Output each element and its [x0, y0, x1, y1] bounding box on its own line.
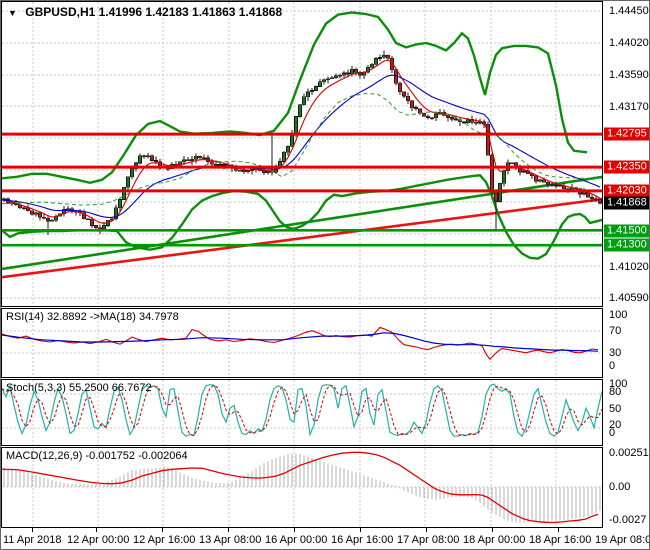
- time-axis-tick: [360, 528, 361, 532]
- main-chart-canvas[interactable]: [2, 2, 602, 306]
- time-axis-tick: [32, 528, 33, 532]
- time-axis-label: 16 Apr 16:00: [331, 534, 394, 546]
- main-chart-panel: ▼ GBPUSD,H1 1.41996 1.42183 1.41863 1.41…: [1, 1, 603, 307]
- time-axis-tick: [228, 528, 229, 532]
- chart-title: ▼ GBPUSD,H1 1.41996 1.42183 1.41863 1.41…: [8, 5, 282, 19]
- level-price-badge: 1.42350: [604, 160, 649, 174]
- time-axis-label: 18 Apr 16:00: [529, 534, 592, 546]
- rsi-axis-tick: 100: [609, 309, 628, 321]
- price-axis-tick: 1.40590: [609, 292, 649, 304]
- time-axis: 11 Apr 2018 12 Apr 00:00 12 Apr 16:00 13 Ap…: [1, 528, 649, 549]
- time-axis-tick: [558, 528, 559, 532]
- chart-window: ▼ GBPUSD,H1 1.41996 1.42183 1.41863 1.41…: [0, 0, 650, 550]
- time-axis-label: 12 Apr 16:00: [133, 534, 196, 546]
- price-axis-tick: 1.41020: [609, 261, 649, 273]
- time-axis-label: 13 Apr 08:00: [199, 534, 262, 546]
- rsi-label: RSI(14) 32.8892 ->MA(18) 34.7978: [6, 311, 179, 323]
- rsi-panel: RSI(14) 32.8892 ->MA(18) 34.7978: [1, 308, 603, 378]
- symbol-dropdown-icon[interactable]: ▼: [8, 8, 17, 18]
- stochastic-axis-tick: 80: [609, 386, 622, 398]
- time-axis-label: 19 Apr 08:00: [595, 534, 649, 546]
- level-price-badge: 1.41500: [604, 224, 649, 238]
- time-axis-label: 12 Apr 00:00: [67, 534, 130, 546]
- price-axis: 1.44450 1.44020 1.43590 1.43170 1.41020 1.405…: [603, 1, 649, 528]
- rsi-axis-tick: 30: [609, 347, 622, 359]
- time-axis-tick: [162, 528, 163, 532]
- level-price-badge: 1.41300: [604, 238, 649, 252]
- time-axis-tick: [294, 528, 295, 532]
- time-axis-tick: [96, 528, 97, 532]
- level-price-badge: 1.42795: [604, 127, 649, 141]
- price-axis-tick: 1.43590: [609, 69, 649, 81]
- time-axis-tick: [426, 528, 427, 532]
- current-price-badge: 1.41868: [604, 196, 649, 210]
- stochastic-axis-tick: 50: [609, 403, 622, 415]
- macd-axis-tick: 0.002518: [609, 447, 649, 459]
- stochastic-axis-tick: 0: [609, 427, 616, 439]
- chart-ohlc-quotes: 1.41996 1.42183 1.41863 1.41868: [98, 5, 283, 19]
- time-axis-label: 17 Apr 08:00: [397, 534, 460, 546]
- chart-symbol-label: GBPUSD,H1: [25, 5, 96, 19]
- price-axis-tick: 1.44020: [609, 37, 649, 49]
- stochastic-label: Stoch(5,3,3) 55.2500 66.7672: [6, 382, 152, 394]
- macd-panel: MACD(12,26,9) -0.001752 -0.002064: [1, 447, 603, 528]
- rsi-axis-tick: 70: [609, 325, 622, 337]
- price-axis-tick: 1.44450: [609, 5, 649, 17]
- stochastic-panel: Stoch(5,3,3) 55.2500 66.7672: [1, 379, 603, 446]
- time-axis-label: 16 Apr 00:00: [265, 534, 328, 546]
- macd-label: MACD(12,26,9) -0.001752 -0.002064: [6, 450, 188, 462]
- time-axis-tick: [492, 528, 493, 532]
- time-axis-label: 11 Apr 2018: [3, 534, 62, 546]
- time-axis-label: 18 Apr 00:00: [463, 534, 526, 546]
- price-axis-tick: 1.43170: [609, 101, 649, 113]
- macd-axis-tick: 0.00: [609, 481, 631, 493]
- rsi-axis-tick: 0: [609, 360, 616, 372]
- macd-axis-tick: -0.0027: [609, 514, 647, 526]
